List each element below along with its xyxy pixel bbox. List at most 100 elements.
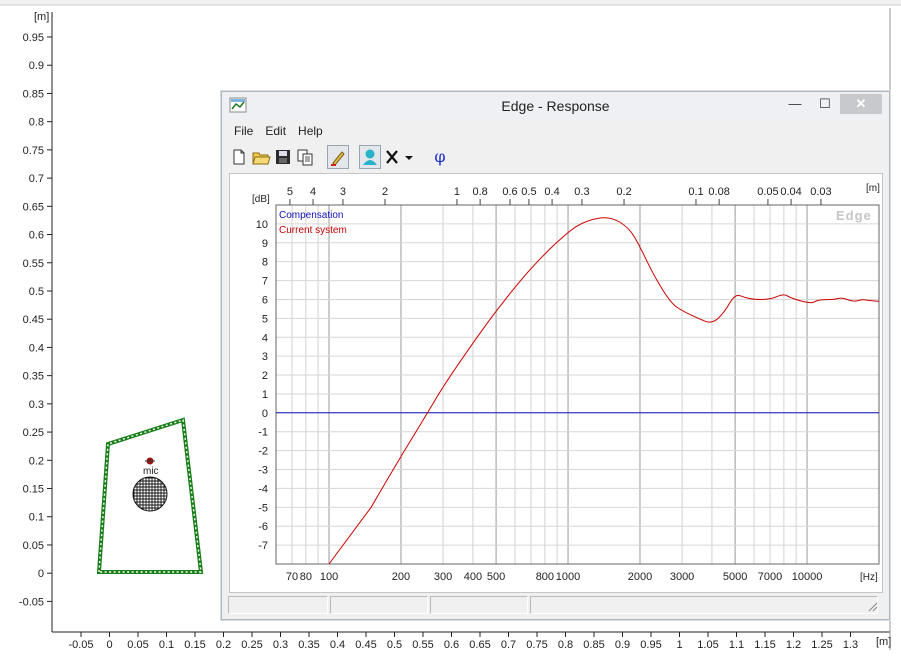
y-tick-label: 0.8 (29, 117, 44, 129)
top-tick-label: 0.03 (810, 186, 831, 198)
edge-response-window[interactable]: Edge - Response — ☐ ✕ File Edit Help φ 5… (221, 91, 890, 620)
y-tick-label: 0.2 (29, 455, 44, 467)
hz-tick-label: 10000 (792, 571, 823, 583)
hz-tick-label: 1000 (556, 571, 580, 583)
x-tick-label: 0.45 (355, 639, 376, 651)
y-tick-label: -0.05 (19, 596, 44, 608)
x-tick-label: 0.95 (640, 639, 661, 651)
y-tick-label: 0.5 (29, 286, 44, 298)
delete-icon (386, 150, 398, 164)
hz-tick-label: 5000 (723, 571, 747, 583)
copy-button[interactable] (294, 145, 316, 169)
edge-watermark: Edge (836, 208, 872, 223)
x-tick-label: 0.4 (330, 639, 345, 651)
open-button[interactable] (250, 145, 272, 169)
x-tick-label: 0.7 (501, 639, 516, 651)
x-tick-label: 0.15 (184, 639, 205, 651)
top-unit-label: [m] (866, 183, 880, 194)
open-folder-icon (252, 152, 271, 165)
db-tick-label: -3 (258, 465, 268, 477)
x-tick-label: 0 (106, 639, 112, 651)
y-tick-label: 0.05 (23, 540, 44, 552)
maximize-button[interactable]: ☐ (812, 94, 838, 114)
phase-icon: φ (434, 147, 446, 166)
menu-help[interactable]: Help (292, 122, 329, 140)
legend-compensation: Compensation (279, 210, 343, 221)
response-chart[interactable]: 5 4 3 2 1 0.8 0.6 0.5 0.4 0.3 0.2 0.1 0.08 0.05 0.04 0.… (230, 174, 882, 592)
hz-tick-label: 3000 (670, 571, 694, 583)
phase-button[interactable]: φ (429, 145, 451, 169)
hz-tick-label: 2000 (628, 571, 652, 583)
status-bar (228, 596, 880, 614)
y-tick-label: 0.85 (23, 88, 44, 100)
db-tick-label: 8 (262, 257, 268, 269)
draw-button[interactable] (327, 145, 349, 169)
y-tick-label: 0.1 (29, 512, 44, 524)
hz-tick-label: 500 (487, 571, 505, 583)
db-tick-label: 5 (262, 313, 268, 325)
delete-dropdown-button[interactable] (402, 145, 416, 169)
legend-current-system: Current system (279, 225, 347, 236)
x-tick-label: 1.25 (811, 639, 832, 651)
menu-file[interactable]: File (228, 122, 259, 140)
hz-tick-label: 400 (464, 571, 482, 583)
top-tick-label: 3 (340, 186, 346, 198)
x-tick-label: 0.9 (615, 639, 630, 651)
x-tick-label: 0.1 (159, 639, 174, 651)
minimize-icon: — (788, 96, 802, 111)
response-chart-panel[interactable]: 5 4 3 2 1 0.8 0.6 0.5 0.4 0.3 0.2 0.1 0.08 0.05 0.04 0.… (229, 173, 883, 593)
db-tick-label: 0 (262, 408, 268, 420)
chart-grid (275, 205, 880, 564)
minimize-button[interactable]: — (782, 94, 808, 114)
db-tick-label: 7 (262, 276, 268, 288)
x-tick-label: 0.3 (273, 639, 288, 651)
title-bar[interactable]: Edge - Response — ☐ ✕ (222, 92, 889, 120)
db-tick-label: 2 (262, 370, 268, 382)
x-tick-label: 0.75 (526, 639, 547, 651)
person-button[interactable] (359, 145, 381, 169)
delete-button[interactable] (381, 145, 403, 169)
save-button[interactable] (272, 145, 294, 169)
status-panel-3 (430, 596, 528, 614)
top-tick-label: 0.05 (757, 186, 778, 198)
y-tick-label: 0.45 (23, 314, 44, 326)
db-tick-label: -6 (258, 521, 268, 533)
close-button[interactable]: ✕ (840, 94, 882, 114)
status-panel-1 (228, 596, 328, 614)
x-tick-label: 0.8 (558, 639, 573, 651)
x-tick-label: 0.35 (298, 639, 319, 651)
top-tick-label: 0.1 (688, 186, 703, 198)
close-icon: ✕ (855, 96, 867, 111)
x-tick-label: 1.05 (697, 639, 718, 651)
top-tick-label: 4 (310, 186, 316, 198)
hz-tick-label: 100 (320, 571, 338, 583)
x-tick-label: 1.2 (786, 639, 801, 651)
dropdown-arrow-icon (405, 156, 413, 160)
y-tick-label: 0.7 (29, 173, 44, 185)
hz-unit-label: [Hz] (860, 572, 878, 583)
resize-grip-icon[interactable] (866, 600, 878, 612)
x-tick-label: 1.1 (729, 639, 744, 651)
hz-tick-label: 80 (300, 571, 312, 583)
x-tick-label: 1 (676, 639, 682, 651)
x-tick-label: 0.5 (387, 639, 402, 651)
db-tick-label: -2 (258, 446, 268, 458)
top-tick-label: 0.4 (544, 186, 559, 198)
driver-marker[interactable] (132, 476, 168, 512)
new-button[interactable] (228, 145, 250, 169)
top-tick-label: 5 (287, 186, 293, 198)
y-tick-label: 0.35 (23, 371, 44, 383)
x-tick-label: 0.2 (216, 639, 231, 651)
top-tick-label: 0.08 (708, 186, 729, 198)
y-tick-label: 0.65 (23, 201, 44, 213)
x-unit-label: [m] (876, 636, 891, 648)
status-panel-4 (530, 596, 878, 614)
y-tick-label: 0 (38, 568, 44, 580)
db-tick-label: -5 (258, 502, 268, 514)
menu-edit[interactable]: Edit (259, 122, 292, 140)
top-tick-label: 0.04 (780, 186, 801, 198)
top-tick-label: 0.6 (502, 186, 517, 198)
top-tick-label: 0.3 (574, 186, 589, 198)
db-tick-label: 4 (262, 332, 268, 344)
db-tick-label: -7 (258, 540, 268, 552)
